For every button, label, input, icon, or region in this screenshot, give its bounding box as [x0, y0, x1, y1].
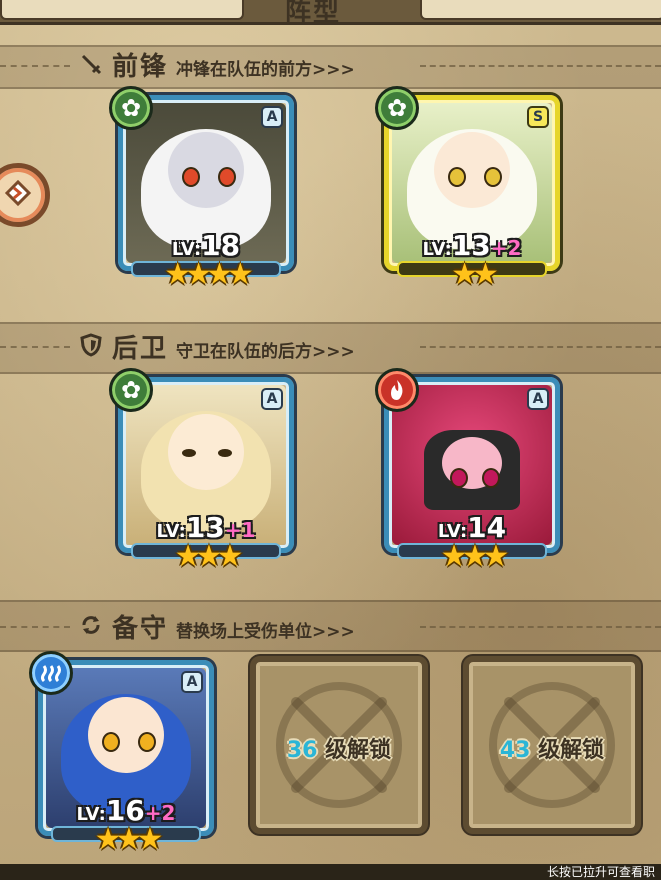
- section-description: 冲锋在队伍的前方>>>: [176, 60, 355, 80]
- star-rating: ★★: [451, 257, 499, 292]
- rank-badge: S: [527, 106, 549, 128]
- swap-icon: [78, 613, 104, 643]
- tab-right[interactable]: [420, 0, 661, 20]
- star-rating: ★★★: [440, 539, 510, 574]
- sword-icon: [78, 53, 104, 81]
- divider: [420, 65, 661, 67]
- tab-left[interactable]: [0, 0, 244, 20]
- divider: [420, 626, 661, 628]
- leaf-element-icon: ✿: [109, 368, 153, 412]
- leaf-element-icon: ✿: [109, 86, 153, 130]
- bottom-strip: 长按已拉升可查看职: [0, 864, 661, 880]
- unlock-requirement: 36 级解锁: [286, 738, 392, 763]
- locked-slot[interactable]: 36 级解锁: [250, 656, 428, 834]
- section-title: 后卫: [112, 334, 169, 364]
- divider: [0, 626, 70, 628]
- hero-card-front-1[interactable]: ✿ A LV:18 ★★★★: [109, 86, 294, 290]
- footer-hint: 长按已拉升可查看职: [546, 865, 655, 879]
- page-title: 阵型: [285, 0, 342, 28]
- section-back-header: 后卫 守卫在队伍的后方>>>: [78, 328, 355, 365]
- hero-card-front-2[interactable]: ✿ S LV:13+2 ★★: [375, 86, 560, 290]
- divider: [0, 65, 70, 67]
- star-rating: ★★★: [174, 539, 244, 574]
- water-element-icon: [29, 651, 73, 695]
- divider: [0, 346, 70, 348]
- unlock-requirement: 43 级解锁: [499, 738, 605, 763]
- section-description: 守卫在队伍的后方>>>: [176, 342, 355, 362]
- section-title: 前锋: [112, 52, 169, 82]
- section-front-header: 前锋 冲锋在队伍的前方>>>: [78, 46, 355, 83]
- arrow-right-icon: [1, 176, 35, 214]
- divider: [420, 346, 661, 348]
- shield-icon: [78, 333, 104, 363]
- locked-slot[interactable]: 43 级解锁: [463, 656, 641, 834]
- leaf-element-icon: ✿: [375, 86, 419, 130]
- section-description: 替换场上受伤单位>>>: [176, 622, 355, 642]
- fire-element-icon: [375, 368, 419, 412]
- rank-badge: A: [261, 388, 283, 410]
- hero-card-back-1[interactable]: ✿ A LV:13+1 ★★★: [109, 368, 294, 572]
- rank-badge: A: [181, 671, 203, 693]
- star-rating: ★★★★: [164, 257, 254, 292]
- top-bar: 阵型: [0, 0, 661, 28]
- section-reserve-header: 备守 替换场上受伤单位>>>: [78, 608, 355, 645]
- star-rating: ★★★: [94, 822, 164, 857]
- rank-badge: A: [261, 106, 283, 128]
- hero-card-reserve-1[interactable]: A LV:16+2 ★★★: [29, 651, 214, 855]
- section-title: 备守: [112, 614, 169, 644]
- rank-badge: A: [527, 388, 549, 410]
- hero-card-back-2[interactable]: A LV:14 ★★★: [375, 368, 560, 572]
